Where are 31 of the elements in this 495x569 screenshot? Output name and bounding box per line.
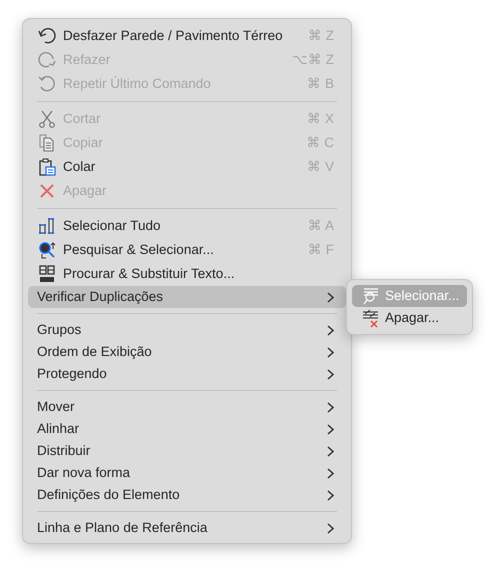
magnifier-icon xyxy=(37,240,57,260)
hatch-delete-icon xyxy=(361,308,381,328)
menu-item[interactable]: Apagar... xyxy=(352,307,467,329)
hatch-lasso-icon xyxy=(361,286,381,306)
menu-item[interactable]: Mover xyxy=(28,396,346,418)
chevron-right-icon xyxy=(327,402,334,412)
menu-item[interactable]: Definições do Elemento xyxy=(28,484,346,506)
menu-item[interactable]: Alinhar xyxy=(28,418,346,440)
chevron-right-icon xyxy=(327,490,334,500)
clipboard-icon xyxy=(37,157,57,177)
scissors-icon xyxy=(37,109,57,129)
menu-item[interactable]: Protegendo xyxy=(28,363,346,385)
chevron-right-icon xyxy=(327,446,334,456)
chevron-right-icon xyxy=(327,346,334,358)
menu-item[interactable]: Grupos xyxy=(28,319,346,341)
repeat-icon xyxy=(37,74,57,94)
undo-icon xyxy=(37,26,57,46)
chevron-right-icon xyxy=(327,368,334,380)
menu-item[interactable]: Ordem de Exibição xyxy=(28,341,346,363)
menu-item[interactable]: Verificar Duplicações xyxy=(28,286,346,308)
menu-item[interactable]: Linha e Plano de Referência xyxy=(28,517,346,539)
chevron-right-icon xyxy=(327,324,334,336)
menu-item[interactable]: Dar nova forma xyxy=(28,462,346,484)
chevron-right-icon xyxy=(327,424,334,434)
redo-icon xyxy=(37,50,57,70)
chevron-right-icon xyxy=(327,468,334,478)
selection-handles-icon xyxy=(37,216,57,236)
chevron-right-icon xyxy=(327,522,334,534)
menu-item[interactable]: Distribuir xyxy=(28,440,346,462)
chevron-right-icon xyxy=(327,292,334,302)
menu-item[interactable]: Procurar & Substituir Texto... xyxy=(28,262,346,286)
